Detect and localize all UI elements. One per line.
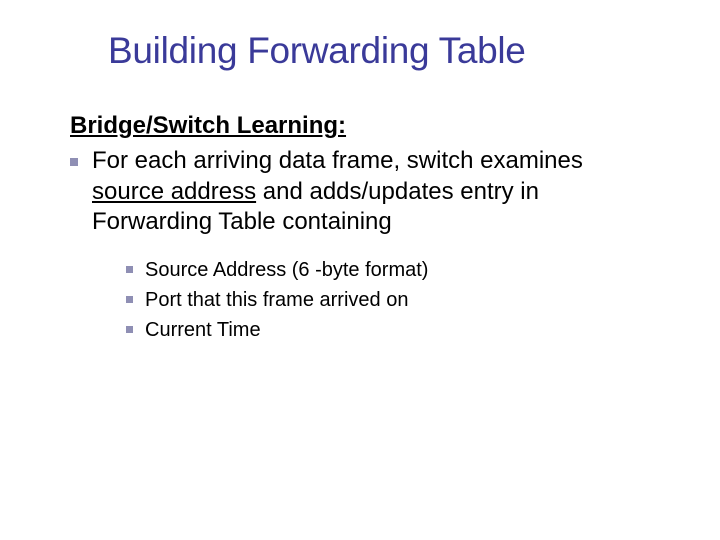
- slide: Building Forwarding Table Bridge/Switch …: [0, 0, 720, 540]
- list-item: Source Address (6 -byte format): [126, 256, 650, 284]
- main-bullet: For each arriving data frame, switch exa…: [70, 146, 650, 238]
- square-bullet-icon: [126, 326, 133, 333]
- slide-title: Building Forwarding Table: [108, 30, 650, 72]
- sub-bullet-text: Port that this frame arrived on: [145, 286, 408, 314]
- text-segment: For each arriving data frame, switch exa…: [92, 147, 583, 174]
- sub-bullet-text: Current Time: [145, 316, 261, 344]
- sub-bullet-list: Source Address (6 -byte format) Port tha…: [126, 256, 650, 344]
- square-bullet-icon: [70, 158, 78, 166]
- list-item: Current Time: [126, 316, 650, 344]
- slide-subtitle: Bridge/Switch Learning:: [70, 112, 650, 140]
- list-item: Port that this frame arrived on: [126, 286, 650, 314]
- main-bullet-text: For each arriving data frame, switch exa…: [92, 146, 650, 238]
- square-bullet-icon: [126, 296, 133, 303]
- sub-bullet-text: Source Address (6 -byte format): [145, 256, 428, 284]
- square-bullet-icon: [126, 266, 133, 273]
- underlined-text: source address: [92, 178, 256, 205]
